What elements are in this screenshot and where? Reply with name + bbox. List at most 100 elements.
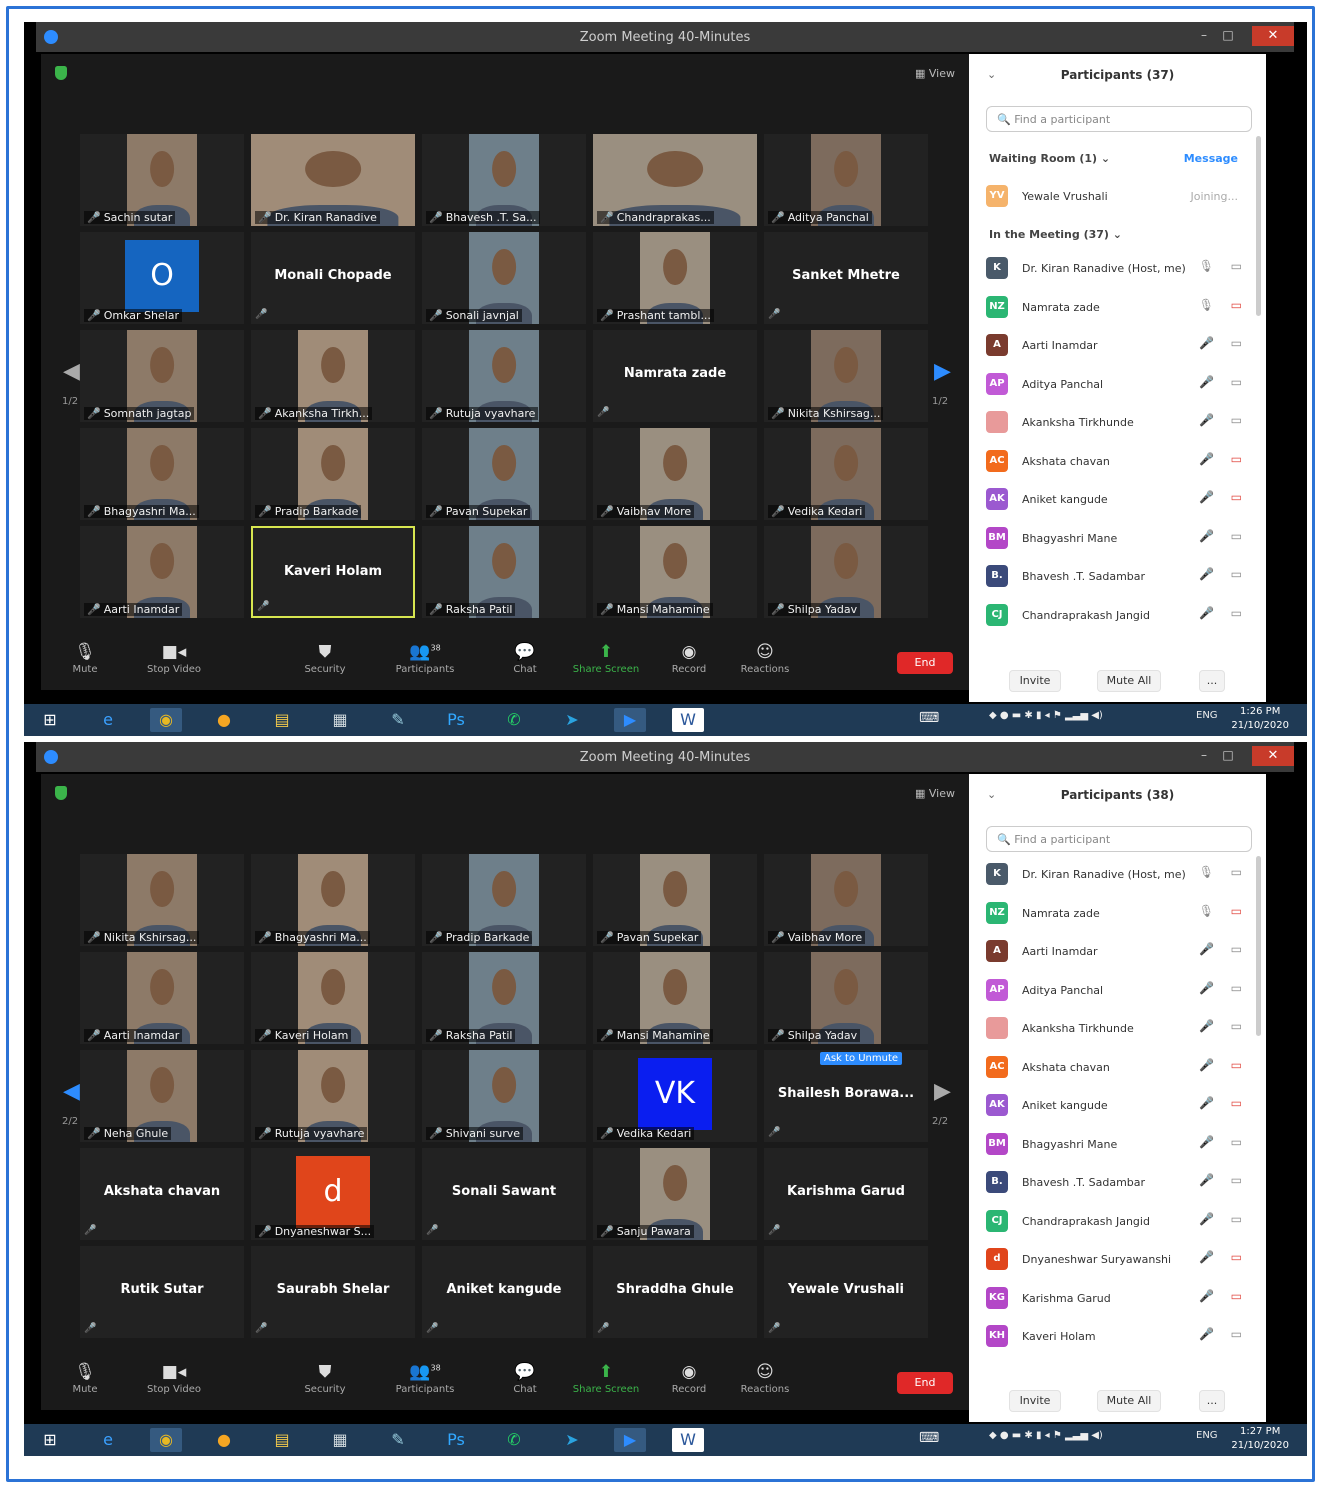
photoshop-icon[interactable]: Ps [440, 708, 472, 732]
word-icon[interactable]: W [672, 1428, 704, 1452]
participant-row[interactable]: d Dnyaneshwar Suryawanshi 🎤 ▭ [986, 1245, 1252, 1275]
video-tile[interactable]: 🎤 Mansi Mahamine [593, 526, 757, 618]
record-button[interactable]: ◉ Record [667, 1362, 711, 1395]
video-camera-icon[interactable]: ▭ [1231, 865, 1242, 879]
stop-video-button[interactable]: ■◂ Stop Video [139, 642, 209, 675]
muted-mic-icon[interactable]: 🎤 [1199, 981, 1214, 995]
video-tile[interactable]: 🎤 Sanju Pawara [593, 1148, 757, 1240]
participant-row[interactable]: CJ Chandraprakash Jangid 🎤 ▭ [986, 1207, 1252, 1237]
video-tile[interactable]: Sanket Mhetre 🎤 [764, 232, 928, 324]
explorer-icon[interactable]: ▤ [266, 708, 298, 732]
video-tile[interactable]: 🎤 Aarti Inamdar [80, 526, 244, 618]
video-tile[interactable]: 🎤 Dr. Kiran Ranadive [251, 134, 415, 226]
calculator-icon[interactable]: ▦ [324, 1428, 356, 1452]
muted-mic-icon[interactable]: 🎤 [1199, 1135, 1214, 1149]
video-camera-icon[interactable]: ▭ [1231, 413, 1242, 427]
video-tile[interactable]: 🎤 Rutuja vyavhare [422, 330, 586, 422]
zoom-icon[interactable]: ▶ [614, 1428, 646, 1452]
video-tile[interactable]: 🎤 Nikita Kshirsag... [80, 854, 244, 946]
video-camera-icon[interactable]: ▭ [1231, 1019, 1242, 1033]
muted-mic-icon[interactable]: 🎤 [1199, 375, 1214, 389]
participant-row[interactable]: A Aarti Inamdar 🎤 ▭ [986, 937, 1252, 967]
language-indicator[interactable]: ENG [1196, 710, 1218, 721]
participant-search-input[interactable]: 🔍 Find a participant [986, 106, 1252, 132]
video-tile[interactable]: VK 🎤 Vedika Kedari [593, 1050, 757, 1142]
next-page-arrow-icon[interactable]: ▶ [934, 1079, 951, 1104]
video-tile[interactable]: 🎤 Mansi Mahamine [593, 952, 757, 1044]
muted-mic-icon[interactable]: 🎤 [1199, 942, 1214, 956]
muted-mic-icon[interactable]: 🎤 [1199, 1289, 1214, 1303]
chat-button[interactable]: 💬 Chat [505, 1362, 545, 1395]
video-camera-icon[interactable]: ▭ [1231, 606, 1242, 620]
video-camera-icon[interactable]: ▭ [1231, 336, 1242, 350]
chrome-icon[interactable]: ◉ [150, 708, 182, 732]
participant-row[interactable]: Akanksha Tirkhunde 🎤 ▭ [986, 1014, 1252, 1044]
minimize-button[interactable]: – [1196, 28, 1212, 42]
explorer-icon[interactable]: ▤ [266, 1428, 298, 1452]
participant-row[interactable]: NZ Namrata zade 🎙 ▭ [986, 899, 1252, 929]
muted-mic-icon[interactable]: 🎤 [1199, 1327, 1214, 1341]
close-button[interactable]: ✕ [1252, 746, 1294, 766]
participant-row[interactable]: K Dr. Kiran Ranadive (Host, me) 🎙 ▭ [986, 860, 1252, 890]
participant-row[interactable]: AC Akshata chavan 🎤 ▭ [986, 1053, 1252, 1083]
video-tile[interactable]: 🎤 Aarti Inamdar [80, 952, 244, 1044]
video-off-icon[interactable]: ▭ [1231, 452, 1242, 466]
video-tile[interactable]: 🎤 Neha Ghule [80, 1050, 244, 1142]
system-clock[interactable]: 1:26 PM 21/10/2020 [1231, 705, 1289, 733]
muted-mic-icon[interactable]: 🎤 [1199, 529, 1214, 543]
video-camera-icon[interactable]: ▭ [1231, 1212, 1242, 1226]
chrome-icon[interactable]: ◉ [150, 1428, 182, 1452]
muted-mic-icon[interactable]: 🎤 [1199, 1096, 1214, 1110]
microphone-icon[interactable]: 🎙 [1199, 298, 1214, 312]
video-tile[interactable]: Saurabh Shelar 🎤 [251, 1246, 415, 1338]
view-button[interactable]: ▦ View [915, 787, 955, 800]
keyboard-icon[interactable]: ⌨ [919, 710, 939, 726]
video-tile[interactable]: Rutik Sutar 🎤 [80, 1246, 244, 1338]
video-tile[interactable]: 🎤 Bhagyashri Ma... [251, 854, 415, 946]
participant-row[interactable]: B. Bhavesh .T. Sadambar 🎤 ▭ [986, 1168, 1252, 1198]
video-off-icon[interactable]: ▭ [1231, 904, 1242, 918]
end-meeting-button[interactable]: End [897, 1372, 953, 1394]
share-screen-button[interactable]: ⬆ Share Screen [569, 1362, 643, 1395]
participant-row[interactable]: AP Aditya Panchal 🎤 ▭ [986, 976, 1252, 1006]
video-tile[interactable]: Sonali Sawant 🎤 [422, 1148, 586, 1240]
close-button[interactable]: ✕ [1252, 26, 1294, 46]
system-tray-icons[interactable]: ◆ ● ▬ ✱ ▮ ◂ ⚑ ▂▃▅ ◀) [989, 1430, 1103, 1441]
message-link[interactable]: Message [1184, 152, 1238, 165]
video-tile[interactable]: 🎤 Raksha Patil [422, 952, 586, 1044]
keyboard-icon[interactable]: ⌨ [919, 1430, 939, 1446]
record-button[interactable]: ◉ Record [667, 642, 711, 675]
video-tile[interactable]: Kaveri Holam 🎤 [251, 526, 415, 618]
video-tile[interactable]: O 🎤 Omkar Shelar [80, 232, 244, 324]
participant-row[interactable]: KG Karishma Garud 🎤 ▭ [986, 1284, 1252, 1314]
participants-button[interactable]: 👥38 Participants [393, 1362, 457, 1395]
start-icon[interactable]: ⊞ [34, 1428, 66, 1452]
video-off-icon[interactable]: ▭ [1231, 298, 1242, 312]
video-tile[interactable]: 🎤 Somnath jagtap [80, 330, 244, 422]
mute-button[interactable]: 🎙 Mute [63, 1362, 107, 1395]
stop-video-button[interactable]: ■◂ Stop Video [139, 1362, 209, 1395]
muted-mic-icon[interactable]: 🎤 [1199, 1212, 1214, 1226]
share-screen-button[interactable]: ⬆ Share Screen [569, 642, 643, 675]
video-tile[interactable]: Shraddha Ghule 🎤 [593, 1246, 757, 1338]
video-tile[interactable]: 🎤 Nikita Kshirsag... [764, 330, 928, 422]
prev-page-arrow-icon[interactable]: ◀ [63, 359, 80, 384]
panel-scrollbar[interactable] [1256, 856, 1261, 1036]
reactions-button[interactable]: ☺ Reactions [737, 1362, 793, 1395]
telegram-icon[interactable]: ➤ [556, 708, 588, 732]
video-tile[interactable]: 🎤 Akanksha Tirkh... [251, 330, 415, 422]
microphone-icon[interactable]: 🎙 [1199, 865, 1214, 879]
video-camera-icon[interactable]: ▭ [1231, 1135, 1242, 1149]
video-tile[interactable]: 🎤 Shilpa Yadav [764, 952, 928, 1044]
microphone-icon[interactable]: 🎙 [1199, 259, 1214, 273]
muted-mic-icon[interactable]: 🎤 [1199, 1250, 1214, 1264]
system-tray-icons[interactable]: ◆ ● ▬ ✱ ▮ ◂ ⚑ ▂▃▅ ◀) [989, 710, 1103, 721]
zoom-icon[interactable]: ▶ [614, 708, 646, 732]
more-button[interactable]: ... [1199, 1390, 1225, 1412]
video-off-icon[interactable]: ▭ [1231, 1096, 1242, 1110]
ask-to-unmute-button[interactable]: Ask to Unmute [820, 1052, 903, 1065]
participant-row[interactable]: BM Bhagyashri Mane 🎤 ▭ [986, 1130, 1252, 1160]
participant-row[interactable]: AC Akshata chavan 🎤 ▭ [986, 447, 1252, 477]
video-camera-icon[interactable]: ▭ [1231, 259, 1242, 273]
waiting-room-label[interactable]: Waiting Room (1) ⌄ [989, 152, 1110, 165]
